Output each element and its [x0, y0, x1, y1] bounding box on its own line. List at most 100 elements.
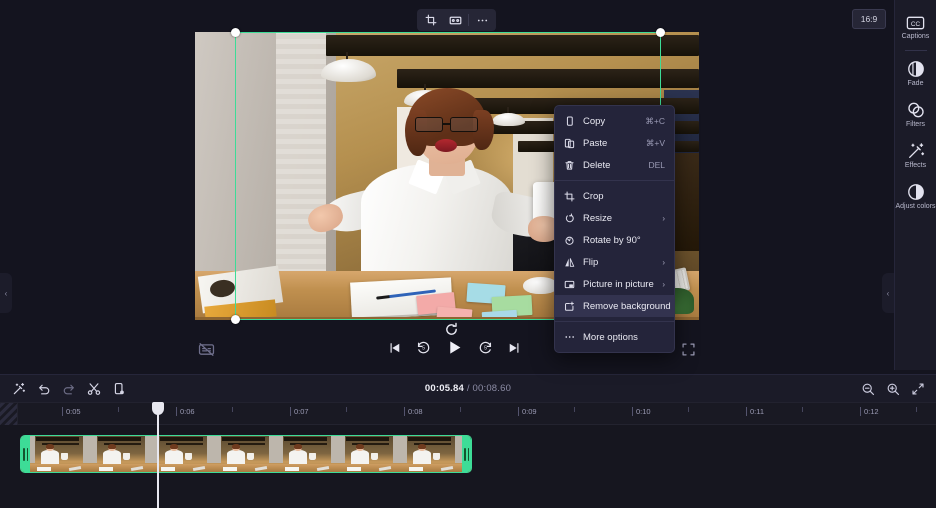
clip-thumbnail [331, 436, 393, 472]
context-menu-label: Paste [583, 138, 639, 149]
undo-icon[interactable] [33, 378, 54, 399]
sidebar-item-filters[interactable]: Filters [895, 94, 936, 135]
crop-icon[interactable] [420, 11, 442, 29]
context-menu-item-flip[interactable]: Flip › [555, 251, 674, 273]
selection-floating-toolbar [417, 9, 496, 31]
context-menu-item-more-options[interactable]: More options [555, 326, 674, 348]
more-options-icon [563, 331, 576, 343]
sidebar-item-label: Effects [905, 162, 926, 170]
fit-icon[interactable] [444, 11, 466, 29]
ruler-tick-minor [232, 407, 233, 412]
fullscreen-button[interactable] [681, 342, 696, 362]
playback-controls: 5 5 [388, 338, 521, 357]
person-mouth [435, 139, 457, 152]
context-menu-shortcut: ⌘+C [645, 116, 665, 127]
sidebar-item-captions[interactable]: CC Captions [895, 8, 936, 47]
clip-thumbnail [21, 436, 83, 472]
ceiling-beam-2 [397, 69, 699, 88]
forward-5s-button[interactable]: 5 [478, 340, 493, 355]
timeline-tracks [0, 425, 936, 508]
desk-mouse [523, 277, 558, 294]
pendant-lamp-1 [321, 59, 376, 82]
context-menu-item-delete[interactable]: Delete DEL [555, 154, 674, 176]
context-menu-label: Rotate by 90° [583, 235, 665, 246]
current-time: 00:05.84 [425, 383, 464, 394]
zoom-in-icon[interactable] [882, 378, 903, 399]
timeline-clip[interactable] [20, 435, 472, 473]
clip-thumbnails [21, 436, 471, 472]
context-menu-item-paste[interactable]: Paste ⌘+V [555, 132, 674, 154]
remove-background-icon [563, 301, 576, 312]
context-menu-item-copy[interactable]: Copy ⌘+C [555, 110, 674, 132]
svg-text:CC: CC [911, 21, 921, 28]
context-menu-item-remove-background[interactable]: Remove background [555, 295, 674, 317]
picture-in-picture-icon [563, 279, 576, 290]
context-menu-label: Resize [583, 213, 655, 224]
ruler-tick-minor [916, 407, 917, 412]
sidebar-item-adjust-colors[interactable]: Adjust colors [895, 176, 936, 217]
timeline-ruler[interactable]: 0:05 0:06 0:07 0:08 0:09 0:10 0:11 0:12 [0, 403, 936, 425]
scene-tiled-wall [276, 32, 326, 274]
context-menu-label: Crop [583, 191, 665, 202]
more-options-icon[interactable] [471, 11, 493, 29]
person-glasses [415, 117, 479, 132]
context-menu-item-crop[interactable]: Crop [555, 185, 674, 207]
flip-icon [563, 257, 576, 268]
playhead-handle[interactable] [152, 402, 164, 415]
clip-trim-handle-right[interactable] [462, 436, 471, 472]
chevron-left-icon-2: ‹ [887, 289, 890, 298]
aspect-ratio-value: 16:9 [861, 14, 878, 24]
resize-icon [563, 213, 576, 224]
context-menu-label: Copy [583, 116, 638, 127]
rewind-5s-button[interactable]: 5 [416, 340, 431, 355]
context-menu-label: Remove background [583, 301, 671, 312]
clip-trim-handle-left[interactable] [21, 436, 30, 472]
collapse-left-panel-button[interactable]: ‹ [0, 273, 12, 313]
sidebar-divider [905, 50, 927, 51]
zoom-out-icon[interactable] [857, 378, 878, 399]
context-menu-item-rotate[interactable]: Rotate by 90° [555, 229, 674, 251]
chevron-right-icon: › [662, 280, 665, 289]
clip-thumbnail [207, 436, 269, 472]
preview-area: 16:9 [0, 0, 894, 370]
crop-icon [563, 191, 576, 202]
ruler-tick-minor [574, 407, 575, 412]
context-menu-label: Picture in picture [583, 279, 655, 290]
captions-off-icon[interactable] [198, 341, 215, 363]
clip-thumbnail [269, 436, 331, 472]
ruler-tick-minor [346, 407, 347, 412]
fit-timeline-icon[interactable] [907, 378, 928, 399]
ruler-tick: 0:05 [66, 407, 81, 416]
loop-button[interactable] [444, 322, 459, 337]
duplicate-icon[interactable] [108, 378, 129, 399]
chevron-left-icon: ‹ [5, 289, 8, 298]
collapse-right-panel-button[interactable]: ‹ [882, 273, 894, 313]
clip-thumbnail [83, 436, 145, 472]
chevron-right-icon: › [662, 214, 665, 223]
context-menu-item-picture-in-picture[interactable]: Picture in picture › [555, 273, 674, 295]
svg-text:5: 5 [484, 346, 487, 352]
sidebar-item-effects[interactable]: Effects [895, 135, 936, 176]
skip-to-end-button[interactable] [507, 341, 521, 355]
ruler-tick: 0:09 [522, 407, 537, 416]
sidebar-item-fade[interactable]: Fade [895, 53, 936, 94]
clip-thumbnail [145, 436, 207, 472]
magic-tools-icon[interactable] [8, 378, 29, 399]
play-button[interactable] [445, 338, 464, 357]
context-menu: Copy ⌘+C Paste ⌘+V Delete DEL [554, 105, 675, 353]
sidebar-item-label: Adjust colors [895, 203, 935, 211]
ruler-tick: 0:10 [636, 407, 651, 416]
timeline-playhead[interactable] [157, 403, 159, 508]
skip-to-start-button[interactable] [388, 341, 402, 355]
sidebar-item-label: Fade [908, 80, 924, 88]
ruler-tick: 0:12 [864, 407, 879, 416]
paste-icon [563, 138, 576, 149]
toolbar-divider [468, 14, 469, 26]
context-menu-item-resize[interactable]: Resize › [555, 207, 674, 229]
ruler-tick-minor [802, 407, 803, 412]
aspect-ratio-button[interactable]: 16:9 [852, 9, 886, 29]
ruler-tick-minor [460, 407, 461, 412]
redo-icon[interactable] [58, 378, 79, 399]
timeline-toolbar-left [0, 378, 129, 399]
split-icon[interactable] [83, 378, 104, 399]
